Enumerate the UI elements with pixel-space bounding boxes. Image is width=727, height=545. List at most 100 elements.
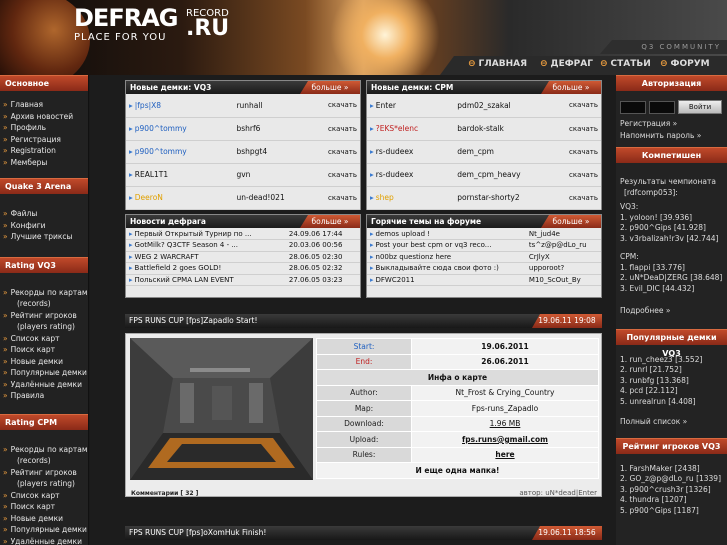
player-name[interactable]: ▸ |fps|X8 [126,94,234,118]
list-item[interactable]: 1. run_cheez3 [3.552] [620,355,727,366]
topic-user[interactable]: CrJlyX [525,251,601,263]
map-name[interactable]: un-dead!021 [233,186,325,210]
menu-item-register-en[interactable]: » Registration [3,145,88,157]
list-item[interactable]: 3. runbfg [13.368] [620,376,727,387]
menu-item-cpm-newdemos[interactable]: » Новые демки [3,513,88,525]
player-name[interactable]: ▸ Enter [367,94,455,118]
topic-user[interactable]: upporoot? [525,262,601,275]
download-link[interactable]: скачать [566,163,601,187]
player-name[interactable]: ▸ DeeroN [126,186,234,210]
more-link[interactable]: больше » [300,215,360,228]
menu-item-register-ru[interactable]: » Регистрация [3,134,88,146]
result-item[interactable]: 2. uN*DeaD|ZERG [38.648] [620,273,727,284]
menu-item-vq3-maplist[interactable]: » Список карт [3,333,88,345]
list-item[interactable]: 5. unrealrun [4.408] [620,397,727,408]
player-name[interactable]: ▸ REAL1T1 [126,163,234,187]
player-name[interactable]: ▸ shep [367,186,455,210]
menu-item-vq3-players[interactable]: » Рейтинг игроков [3,310,88,322]
download-link[interactable]: скачать [325,117,360,141]
menu-item-home[interactable]: » Главная [3,99,88,111]
download-link[interactable]: скачать [566,186,601,210]
topic-user[interactable]: M10_ScOut_By [525,274,601,286]
more-link[interactable]: больше » [541,215,601,228]
topic-user[interactable]: Nt_jud4e [525,228,601,240]
site-logo[interactable]: DEFRAG RECORD .RU PLACE FOR YOU [74,6,229,43]
topic-link[interactable]: ▸ n00bz questionz here [367,251,526,263]
menu-item-news-archive[interactable]: » Архив новостей [3,111,88,123]
menu-item-cpm-maplist[interactable]: » Список карт [3,490,88,502]
menu-item-vq3-mapsearch[interactable]: » Поиск карт [3,344,88,356]
player-name[interactable]: ▸ p900^tommy [126,117,234,141]
menu-item-vq3-rules[interactable]: » Правила [3,390,88,402]
player-name[interactable]: ▸ ?EKS*elenc [367,117,455,141]
list-item[interactable]: 5. p900^Gips [1187] [620,506,727,517]
topic-link[interactable]: ▸ Выкладывайте сюда свои фото :) [367,262,526,275]
menu-item-cpm-players[interactable]: » Рейтинг игроков [3,467,88,479]
list-item[interactable]: 2. runrl [21.752] [620,365,727,376]
menu-item-cpm-records-en[interactable]: (records) [3,455,88,467]
map-name[interactable]: pornstar-shorty2 [454,186,566,210]
result-item[interactable]: 1. flappi [33.776] [620,263,727,274]
news-link[interactable]: ▸ GotMilk? Q3CTF Season 4 - ... [126,239,286,252]
download-link[interactable]: скачать [325,140,360,164]
map-screenshot[interactable] [130,338,313,480]
menu-item-cpm-mapsearch[interactable]: » Поиск карт [3,501,88,513]
news-link[interactable]: ▸ Battlefield 2 goes GOLD! [126,262,286,275]
map-name[interactable]: bardok-stalk [454,117,566,141]
map-name[interactable]: bshrf6 [233,117,325,141]
menu-item-cpm-popdemos[interactable]: » Популярные демки [3,524,88,536]
news-link[interactable]: ▸ Польский CPMA LAN EVENT [126,274,286,286]
comments-link[interactable]: Комментарии [ 32 ] [131,490,198,497]
comp-name[interactable]: [rdfcomp053]: [620,188,727,199]
menu-item-files[interactable]: » Файлы [3,208,88,220]
post-title-bar[interactable]: FPS RUNS CUP [fps]Zapadlo Start! 19.06.1… [125,314,602,328]
map-name[interactable]: pdm02_szakal [454,94,566,118]
login-button[interactable]: Войти [678,100,722,114]
menu-item-profile[interactable]: » Профиль [3,122,88,134]
post-title-bar[interactable]: FPS RUNS CUP [fps]oXomHuk Finish! 19.06.… [125,526,602,540]
list-item[interactable]: 4. thundra [1207] [620,495,727,506]
map-name[interactable]: dem_cpm_heavy [454,163,566,187]
password-input[interactable] [649,101,675,114]
list-item[interactable]: 1. FarshMaker [2438] [620,464,727,475]
more-link[interactable]: больше » [541,81,601,94]
result-item[interactable]: 1. yoloon! [39.936] [620,213,727,224]
upload-email-link[interactable]: fps.runs@gmail.com [411,431,599,448]
topic-link[interactable]: ▸ DFWC2011 [367,274,526,286]
menu-item-configs[interactable]: » Конфиги [3,220,88,232]
login-input[interactable] [620,101,646,114]
details-link[interactable]: Подробнее » [620,306,727,329]
remind-password-link[interactable]: Напомнить пароль » [620,131,701,140]
full-list-link[interactable]: Полный список » [620,417,727,438]
player-name[interactable]: ▸ rs-dudeex [367,163,455,187]
nav-home[interactable]: ⊖ ГЛАВНАЯ [468,59,527,69]
download-link[interactable]: скачать [325,163,360,187]
player-name[interactable]: ▸ rs-dudeex [367,140,455,164]
download-link[interactable]: скачать [566,94,601,118]
menu-item-vq3-records-en[interactable]: (records) [3,298,88,310]
menu-item-vq3-records[interactable]: » Рекорды по картам [3,287,88,299]
register-link[interactable]: Регистрация » [620,119,677,128]
map-name[interactable]: gvn [233,163,325,187]
result-item[interactable]: 3. v3rbalizah!r3v [42.744] [620,234,727,245]
menu-item-vq3-newdemos[interactable]: » Новые демки [3,356,88,368]
menu-item-cpm-players-en[interactable]: (players rating) [3,478,88,490]
download-link[interactable]: скачать [325,94,360,118]
map-name[interactable]: dem_cpm [454,140,566,164]
download-link[interactable]: скачать [325,186,360,210]
menu-item-members[interactable]: » Мемберы [3,157,88,169]
topic-user[interactable]: ts^z@p@dLo_ru [525,239,601,252]
list-item[interactable]: 3. p900^crush3r [1326] [620,485,727,496]
menu-item-cpm-deldemos[interactable]: » Удалённые демки [3,536,88,545]
topic-link[interactable]: ▸ Post your best cpm or vq3 reco... [367,239,526,252]
post-byline[interactable]: автор: uN*dead|Enter [519,489,597,497]
map-name[interactable]: bshpgt4 [233,140,325,164]
nav-forum[interactable]: ⊖ ФОРУМ [660,59,710,69]
menu-item-tricks[interactable]: » Лучшие триксы [3,231,88,243]
menu-item-vq3-popdemos[interactable]: » Популярные демки [3,367,88,379]
list-item[interactable]: 4. pcd [22.112] [620,386,727,397]
news-link[interactable]: ▸ WEG 2 WARCRAFT [126,251,286,263]
menu-item-cpm-records[interactable]: » Рекорды по картам [3,444,88,456]
rules-link[interactable]: here [411,446,599,463]
download-link[interactable]: скачать [566,140,601,164]
